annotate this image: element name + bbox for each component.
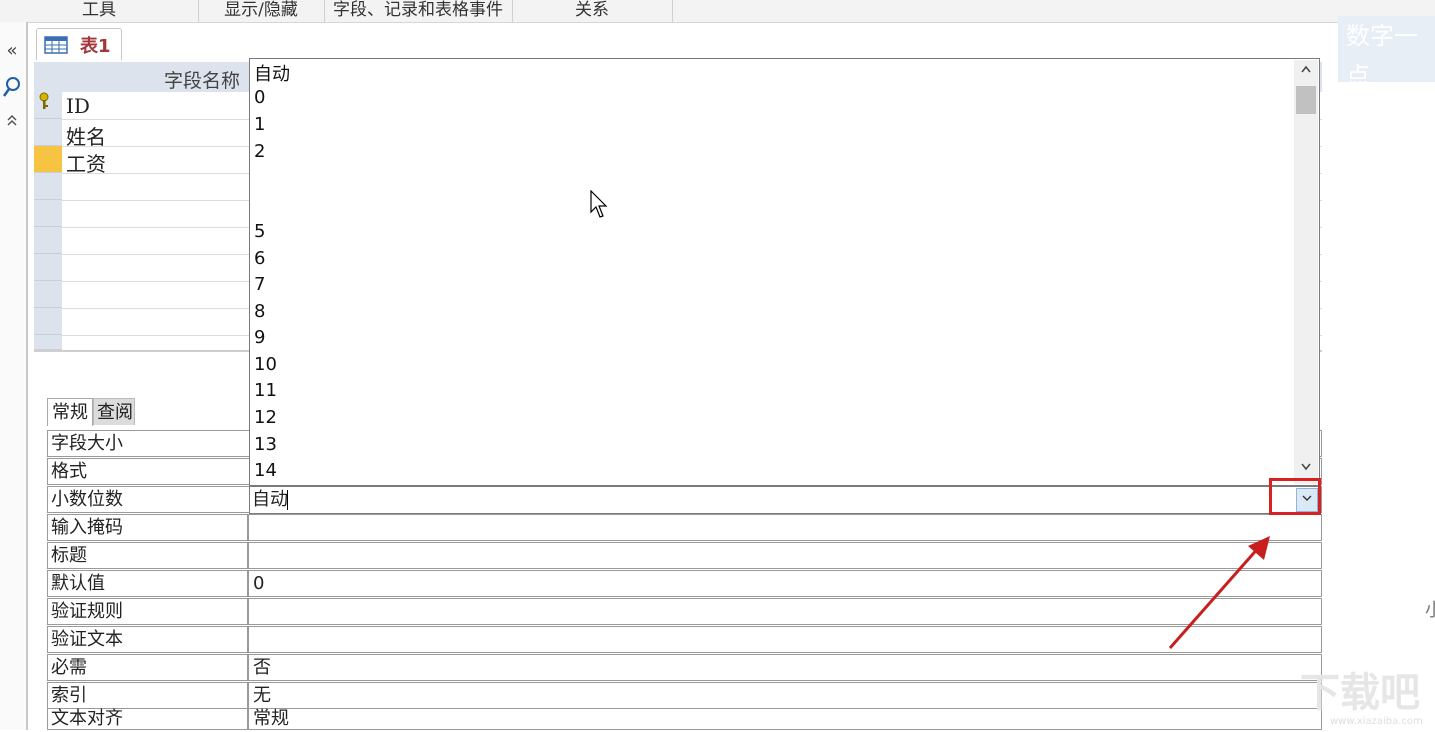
property-label: 输入掩码: [51, 517, 123, 538]
property-row[interactable]: [47, 542, 1322, 569]
dropdown-option[interactable]: 11: [254, 380, 277, 401]
property-label: 格式: [51, 461, 87, 482]
ribbon-group-relationships: 关系: [512, 0, 673, 22]
row-selector[interactable]: [34, 308, 62, 335]
column-divider: [247, 542, 249, 569]
tab-lookup[interactable]: 查阅: [93, 398, 135, 425]
property-row[interactable]: [47, 570, 1322, 597]
dropdown-scrollbar[interactable]: [1294, 60, 1318, 484]
property-value[interactable]: 常规: [253, 705, 289, 732]
row-selector[interactable]: [34, 173, 62, 200]
decimal-places-dropdown-list[interactable]: [249, 58, 1320, 486]
dropdown-option[interactable]: 0: [254, 87, 265, 108]
decimal-places-combobox[interactable]: [249, 486, 1320, 514]
tab-label: 表1: [80, 36, 111, 57]
column-divider: [247, 626, 249, 653]
ribbon-group-show-hide: 显示/隐藏: [198, 0, 325, 22]
text-caret: [287, 490, 288, 510]
dropdown-option[interactable]: 6: [254, 248, 265, 269]
property-row[interactable]: [47, 598, 1322, 625]
column-divider: [247, 654, 249, 681]
row-selector[interactable]: [34, 281, 62, 308]
row-selector[interactable]: [34, 254, 62, 281]
property-label: 默认值: [51, 573, 105, 594]
row-selector[interactable]: [34, 335, 62, 350]
field-name-cell[interactable]: ID: [66, 94, 90, 118]
row-selector[interactable]: [34, 227, 62, 254]
property-row[interactable]: [47, 682, 1322, 709]
scrollbar-thumb[interactable]: [1296, 86, 1316, 114]
dropdown-option[interactable]: 13: [254, 434, 277, 455]
property-label: 验证文本: [51, 629, 123, 650]
column-divider: [247, 598, 249, 625]
property-value[interactable]: 0: [253, 570, 264, 597]
field-name-header: 字段名称: [164, 70, 241, 92]
watermark-url: www.xiazaiba.com: [1330, 716, 1423, 727]
search-icon[interactable]: [0, 76, 24, 103]
ribbon-group-tools: 工具: [0, 0, 199, 22]
collapse-pane-icon[interactable]: «: [0, 40, 24, 61]
table-icon: [44, 36, 68, 54]
highlight-box: [1269, 478, 1321, 515]
dropdown-option[interactable]: 9: [254, 327, 265, 348]
property-value[interactable]: 否: [253, 654, 271, 681]
property-label: 文本对齐: [51, 708, 123, 729]
dropdown-option[interactable]: 12: [254, 407, 277, 428]
dropdown-option[interactable]: 1: [254, 114, 265, 135]
scroll-up-icon[interactable]: [1296, 62, 1316, 82]
column-divider: [247, 514, 249, 541]
dropdown-option[interactable]: 5: [254, 221, 265, 242]
dropdown-option[interactable]: 8: [254, 301, 265, 322]
property-label: 必需: [51, 657, 87, 678]
row-selector[interactable]: [34, 200, 62, 227]
tab-general[interactable]: 常规: [47, 398, 93, 426]
property-row[interactable]: [47, 654, 1322, 681]
dropdown-option[interactable]: 自动: [254, 60, 290, 86]
row-selector[interactable]: [34, 119, 62, 146]
dropdown-option[interactable]: 10: [254, 354, 277, 375]
property-row[interactable]: [47, 626, 1322, 653]
watermark-top: 数字一点: [1338, 16, 1435, 90]
scroll-down-icon[interactable]: [1296, 460, 1316, 480]
dropdown-option[interactable]: 14: [254, 460, 277, 481]
column-divider: [247, 708, 249, 730]
row-selector-current[interactable]: [34, 146, 62, 173]
column-divider: [247, 682, 249, 709]
annotation-arrow-icon: [1168, 536, 1270, 649]
dropdown-option[interactable]: 7: [254, 274, 265, 295]
property-label: 字段大小: [51, 433, 123, 454]
property-label: 标题: [51, 545, 87, 566]
property-row[interactable]: [47, 708, 1322, 730]
property-label: 小数位数: [51, 489, 123, 510]
primary-key-icon: [38, 92, 50, 115]
expand-pane-icon[interactable]: [0, 114, 24, 132]
property-row[interactable]: [47, 514, 1322, 541]
edge-text: 小: [1425, 600, 1435, 621]
mouse-cursor-icon: [590, 189, 610, 225]
column-divider: [247, 570, 249, 597]
dropdown-option[interactable]: 2: [254, 141, 265, 162]
combobox-value[interactable]: 自动: [252, 486, 288, 514]
property-label: 验证规则: [51, 601, 123, 622]
ribbon-group-field-events: 字段、记录和表格事件: [324, 0, 513, 22]
